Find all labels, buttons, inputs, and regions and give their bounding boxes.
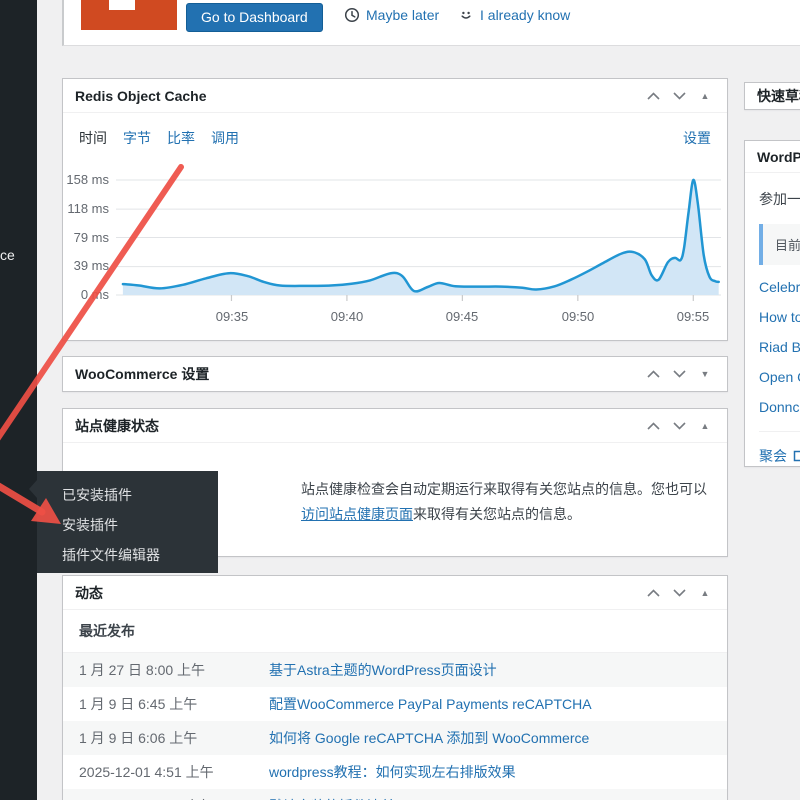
tab-ratio[interactable]: 比率: [167, 128, 195, 148]
events-notice: 目前您附近没有已安排的活动。: [759, 224, 800, 265]
tab-calls[interactable]: 调用: [211, 128, 239, 148]
x-axis-tick: 09:55: [677, 309, 710, 324]
redis-latency-chart: 158 ms 118 ms 79 ms 39 ms 0 ms 09:35 09:…: [63, 159, 727, 341]
events-panel-title: WordPress 活动及新闻: [757, 147, 800, 167]
post-link[interactable]: 基于Astra主题的WordPress页面设计: [269, 660, 497, 680]
x-axis-tick: 09:50: [562, 309, 595, 324]
woo-panel-header: WooCommerce 设置 ▼: [63, 357, 727, 391]
events-body: 参加一个离您较近的即将举行的活动。 目前您附近没有已安排的活动。 Celebra…: [745, 173, 800, 466]
collapse-toggle-icon[interactable]: ▲: [695, 416, 715, 436]
post-date: 1 月 27 日 8:00 上午: [79, 660, 269, 680]
events-intro: 参加一个离您较近的即将举行的活动。: [759, 189, 800, 209]
woo-panel-title: WooCommerce 设置: [75, 364, 643, 384]
collapse-toggle-icon[interactable]: ▲: [695, 86, 715, 106]
post-row: 1 月 27 日 8:00 上午 基于Astra主题的WordPress页面设计: [63, 653, 727, 687]
redis-object-cache-panel: Redis Object Cache ▲ 时间 字节 比率 调用 设置 158 …: [62, 78, 728, 341]
welcome-banner: Go to Dashboard Maybe later I already kn…: [62, 0, 800, 46]
events-footer: 聚会: [759, 431, 800, 466]
quick-draft-panel: 快速草稿: [744, 82, 800, 110]
move-up-icon[interactable]: [643, 416, 663, 436]
news-link[interactable]: Celebrate: [759, 279, 800, 295]
x-axis-tick: 09:40: [331, 309, 364, 324]
menu-item-installed-plugins[interactable]: 已安装插件: [37, 480, 218, 510]
menu-item-plugin-editor[interactable]: 插件文件编辑器: [37, 540, 218, 570]
activity-panel-header: 动态 ▲: [63, 576, 727, 610]
move-up-icon[interactable]: [643, 364, 663, 384]
move-down-icon[interactable]: [669, 416, 689, 436]
quick-draft-header: 快速草稿: [745, 83, 800, 109]
y-axis-tick: 39 ms: [63, 257, 109, 275]
tab-bytes[interactable]: 字节: [123, 128, 151, 148]
maybe-later-link[interactable]: Maybe later: [344, 7, 439, 23]
menu-item-add-plugin[interactable]: 安装插件: [37, 510, 218, 540]
health-description: 站点健康检查会自动定期运行来取得有关您站点的信息。您也可以访问站点健康页面来取得…: [301, 477, 713, 527]
meetups-link[interactable]: 聚会: [759, 446, 787, 466]
post-row: 1 月 9 日 6:06 上午 如何将 Google reCAPTCHA 添加到…: [63, 721, 727, 755]
woocommerce-settings-panel: WooCommerce 设置 ▼: [62, 356, 728, 392]
post-link[interactable]: wordpress教程：如何实现左右排版效果: [269, 762, 516, 782]
post-link[interactable]: 默认安装的插件清单: [269, 796, 395, 800]
post-row: 2025-10-28 3:07 上午 默认安装的插件清单: [63, 789, 727, 800]
already-know-link[interactable]: I already know: [458, 7, 570, 23]
health-panel-title: 站点健康状态: [75, 416, 643, 436]
x-axis-tick: 09:45: [446, 309, 479, 324]
redis-panel-title: Redis Object Cache: [75, 88, 643, 104]
y-axis-tick: 158 ms: [63, 171, 109, 189]
tab-time[interactable]: 时间: [79, 128, 107, 148]
x-axis-tick: 09:35: [216, 309, 249, 324]
recently-published-heading: 最近发布: [63, 610, 727, 653]
news-link[interactable]: Open Ca: [759, 369, 800, 385]
redis-settings-link[interactable]: 设置: [683, 128, 711, 148]
post-row: 2025-12-01 4:51 上午 wordpress教程：如何实现左右排版效…: [63, 755, 727, 789]
quick-draft-title: 快速草稿: [757, 86, 800, 106]
move-down-icon[interactable]: [669, 583, 689, 603]
plugin-logo-notch: [109, 0, 135, 10]
collapse-toggle-icon[interactable]: ▼: [695, 364, 715, 384]
go-to-dashboard-button[interactable]: Go to Dashboard: [186, 3, 323, 32]
plugins-flyout-menu: 已安装插件 安装插件 插件文件编辑器: [37, 471, 218, 573]
move-down-icon[interactable]: [669, 364, 689, 384]
collapse-toggle-icon[interactable]: ▲: [695, 583, 715, 603]
activity-panel-title: 动态: [75, 583, 643, 603]
post-date: 1 月 9 日 6:45 上午: [79, 694, 269, 714]
post-link[interactable]: 如何将 Google reCAPTCHA 添加到 WooCommerce: [269, 728, 589, 748]
move-up-icon[interactable]: [643, 86, 663, 106]
activity-panel: 动态 ▲ 最近发布 1 月 27 日 8:00 上午 基于Astra主题的Wor…: [62, 575, 728, 800]
redis-panel-header: Redis Object Cache ▲: [63, 79, 727, 113]
flyout-notch: [29, 480, 37, 498]
sidebar-menu-label-fragment[interactable]: ce: [0, 247, 15, 263]
site-health-page-link[interactable]: 访问站点健康页面: [301, 506, 413, 522]
admin-sidebar: ce: [0, 0, 37, 800]
redis-tabs: 时间 字节 比率 调用 设置: [63, 113, 727, 159]
post-date: 1 月 9 日 6:06 上午: [79, 728, 269, 748]
y-axis-tick: 118 ms: [63, 200, 109, 218]
recent-posts-list: 1 月 27 日 8:00 上午 基于Astra主题的WordPress页面设计…: [63, 653, 727, 800]
latency-area-chart: [116, 170, 721, 305]
post-link[interactable]: 配置WooCommerce PayPal Payments reCAPTCHA: [269, 694, 592, 714]
post-date: 2025-10-28 3:07 上午: [79, 796, 269, 800]
post-row: 1 月 9 日 6:45 上午 配置WooCommerce PayPal Pay…: [63, 687, 727, 721]
news-link[interactable]: Donncha: [759, 399, 800, 415]
external-link-icon: [793, 448, 800, 465]
plugin-logo: [81, 0, 177, 30]
clock-icon: [344, 7, 360, 23]
events-news-panel: WordPress 活动及新闻 参加一个离您较近的即将举行的活动。 目前您附近没…: [744, 140, 800, 467]
news-link[interactable]: How to: [759, 309, 800, 325]
move-down-icon[interactable]: [669, 86, 689, 106]
post-date: 2025-12-01 4:51 上午: [79, 762, 269, 782]
news-link[interactable]: Riad Be: [759, 339, 800, 355]
events-panel-header: WordPress 活动及新闻: [745, 141, 800, 173]
health-panel-header: 站点健康状态 ▲: [63, 409, 727, 443]
move-up-icon[interactable]: [643, 583, 663, 603]
y-axis-tick: 79 ms: [63, 229, 109, 247]
smiley-icon: [458, 7, 474, 23]
y-axis-tick: 0 ms: [63, 286, 109, 304]
